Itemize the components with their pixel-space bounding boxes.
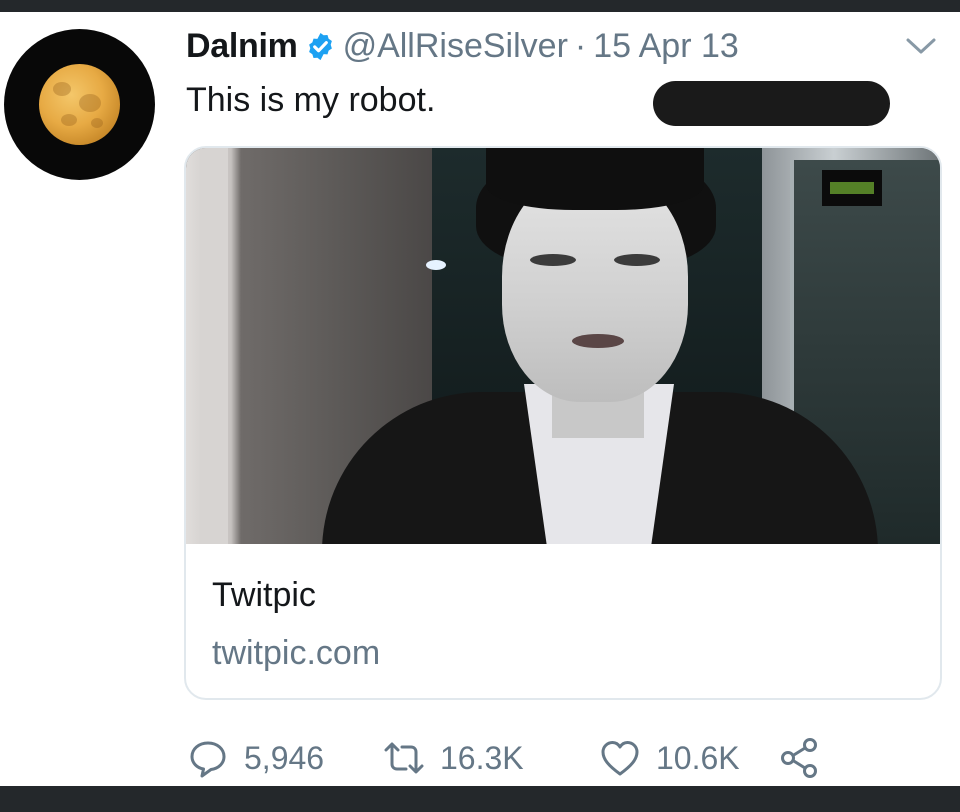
heart-icon [601, 741, 639, 776]
top-frame-bar [0, 0, 960, 12]
like-count: 10.6K [656, 739, 740, 776]
card-image[interactable] [186, 148, 940, 544]
bottom-frame-bar [0, 786, 960, 812]
link-card[interactable]: Twitpic twitpic.com [184, 146, 942, 700]
reply-count: 5,946 [244, 739, 325, 776]
share-button[interactable] [778, 736, 822, 780]
chevron-down-icon[interactable] [904, 34, 938, 58]
retweet-button[interactable]: 16.3K [382, 736, 524, 780]
tweet-actions: 5,946 16.3K 10.6K [186, 736, 886, 780]
author-name[interactable]: Dalnim [186, 27, 298, 66]
like-button[interactable]: 10.6K [598, 736, 740, 780]
author-handle[interactable]: @AllRiseSilver [343, 27, 568, 66]
verified-badge-icon [308, 32, 332, 60]
reply-button[interactable]: 5,946 [186, 736, 324, 780]
retweet-count: 16.3K [440, 739, 524, 776]
card-domain: twitpic.com [212, 634, 381, 672]
redaction-bar [653, 81, 890, 126]
retweet-icon [384, 742, 424, 774]
broadcast-logo [822, 170, 882, 206]
tweet-header: Dalnim @AllRiseSilver · 15 Apr 13 [186, 24, 739, 68]
tweet-date[interactable]: 15 Apr 13 [593, 27, 739, 66]
reply-icon [190, 741, 226, 778]
card-title: Twitpic [212, 576, 316, 614]
tweet-text: This is my robot. [186, 81, 436, 119]
moon-icon [39, 64, 120, 145]
share-icon [781, 738, 817, 778]
avatar[interactable] [4, 29, 155, 180]
separator-dot: · [574, 26, 587, 65]
